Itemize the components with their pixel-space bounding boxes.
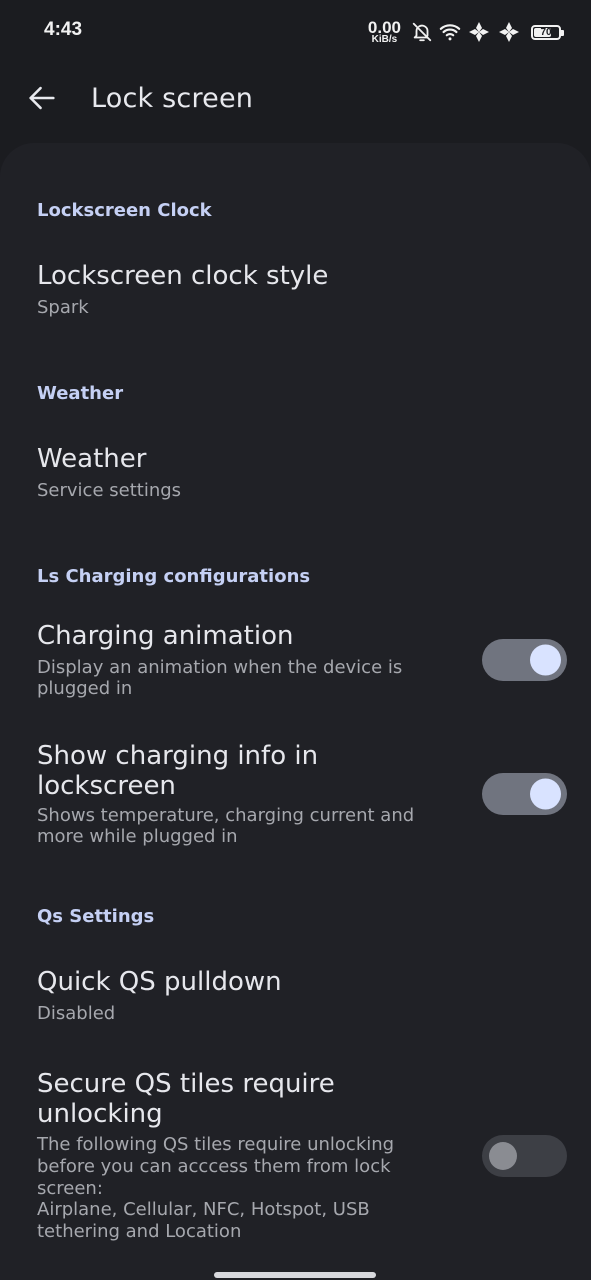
network-speed-unit: KiB/s [371, 34, 398, 45]
arrow-left-icon [25, 81, 59, 119]
pref-secure-qs-tiles[interactable]: Secure QS tiles require unlocking The fo… [0, 1063, 591, 1253]
charging-info-toggle[interactable] [482, 773, 567, 815]
page-title: Lock screen [91, 83, 254, 114]
pref-title-line: lockscreen [37, 771, 176, 801]
status-time: 4:43 [44, 19, 83, 40]
signal-icon [497, 20, 521, 44]
pref-summary: Disabled [37, 1003, 116, 1024]
pref-title-line: unlocking [37, 1099, 163, 1129]
pref-summary-line: screen: [37, 1178, 103, 1199]
back-button[interactable] [22, 80, 62, 120]
wifi-icon [439, 21, 461, 43]
pref-title: Quick QS pulldown [37, 967, 282, 997]
settings-list: Lockscreen Clock Lockscreen clock style … [0, 143, 591, 1280]
status-icons: 0.00 KiB/s 70 [368, 18, 564, 46]
pref-lockscreen-clock-style[interactable]: Lockscreen clock style Spark [0, 255, 591, 335]
home-indicator[interactable] [214, 1272, 376, 1278]
pref-title: Charging animation [37, 621, 294, 651]
pref-summary-line: before you can acccess them from lock [37, 1156, 391, 1177]
section-header-lockscreen-clock: Lockscreen Clock [37, 200, 212, 221]
battery-level: 70 [540, 26, 552, 38]
pref-summary-line: tethering and Location [37, 1221, 242, 1242]
network-speed: 0.00 KiB/s [368, 19, 401, 45]
section-header-qs-settings: Qs Settings [37, 906, 155, 927]
section-header-weather: Weather [37, 383, 124, 404]
pref-quick-qs-pulldown[interactable]: Quick QS pulldown Disabled [0, 961, 591, 1041]
status-bar: 4:43 0.00 KiB/s 70 [0, 0, 591, 64]
secure-qs-tiles-toggle[interactable] [482, 1135, 567, 1177]
pref-summary: Spark [37, 297, 89, 318]
toggle-knob [530, 778, 561, 810]
toggle-knob [489, 1142, 517, 1170]
pref-charging-animation[interactable]: Charging animation Display an animation … [0, 615, 591, 715]
pref-show-charging-info[interactable]: Show charging info in lockscreen Shows t… [0, 735, 591, 865]
app-bar: Lock screen [0, 64, 591, 136]
signal-icon [467, 20, 491, 44]
pref-summary-line: Airplane, Cellular, NFC, Hotspot, USB [37, 1199, 370, 1220]
pref-title-line: Secure QS tiles require [37, 1069, 335, 1099]
pref-summary-line: more while plugged in [37, 826, 238, 847]
toggle-knob [530, 644, 561, 676]
pref-title: Lockscreen clock style [37, 261, 329, 291]
battery-icon: 70 [531, 24, 564, 40]
pref-summary: Service settings [37, 480, 182, 501]
pref-title-line: Show charging info in [37, 741, 319, 771]
pref-summary-line: plugged in [37, 678, 133, 699]
pref-summary-line: Display an animation when the device is [37, 657, 403, 678]
pref-title: Weather [37, 444, 147, 474]
pref-weather[interactable]: Weather Service settings [0, 438, 591, 518]
pref-summary-line: The following QS tiles require unlocking [37, 1134, 395, 1155]
pref-summary-line: Shows temperature, charging current and [37, 805, 415, 826]
bell-off-icon [411, 21, 433, 43]
charging-animation-toggle[interactable] [482, 639, 567, 681]
section-header-charging: Ls Charging configurations [37, 566, 311, 587]
